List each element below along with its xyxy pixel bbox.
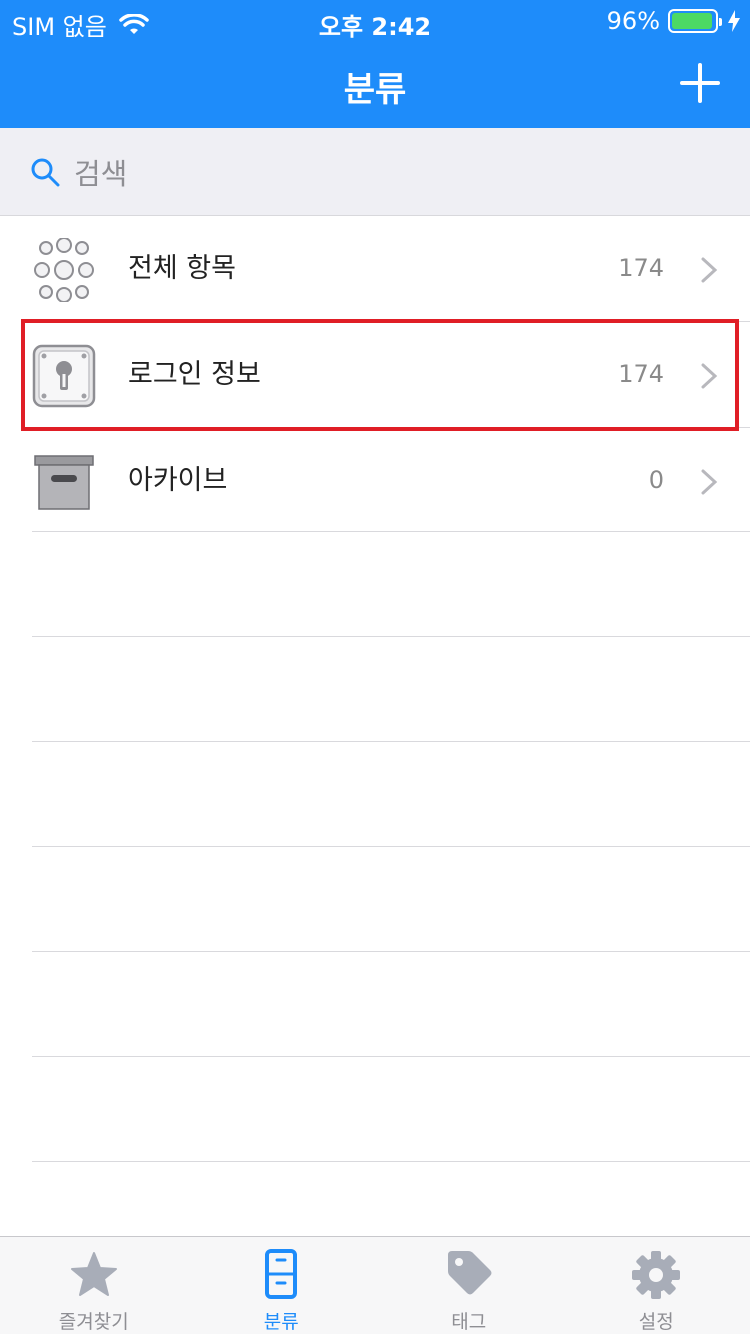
chevron-right-icon [701,363,718,389]
tab-label: 태그 [451,1311,487,1333]
empty-row-divider [32,1056,750,1057]
status-bar: SIM 없음 오후 2:42 96% [0,0,750,41]
empty-row-divider [32,1161,750,1162]
category-count: 174 [618,360,664,388]
archive-box-icon [34,455,94,510]
tab-settings[interactable]: 설정 [563,1237,750,1334]
search-bar: 검색 [0,128,750,216]
category-list: 전체 항목 174 로그인 정보 174 아카이브 0 [0,216,750,533]
search-icon [31,158,60,187]
search-input[interactable]: 검색 [16,142,734,202]
category-count: 174 [618,254,664,282]
tag-icon [447,1251,492,1295]
chevron-right-icon [701,257,718,283]
battery-fill [672,13,713,29]
app-screen: SIM 없음 오후 2:42 96% 분류 검색 전체 항목 174 로그인 정… [0,0,750,1334]
empty-row-divider [32,846,750,847]
tab-tags[interactable]: 태그 [375,1237,563,1334]
tab-categories[interactable]: 분류 [188,1237,376,1334]
star-icon [70,1252,117,1296]
page-title: 분류 [343,70,407,110]
tab-label: 분류 [263,1311,299,1333]
add-button[interactable] [680,63,720,103]
charging-bolt-icon [728,10,740,32]
category-label: 아카이브 [128,465,228,496]
tab-label: 즐겨찾기 [58,1311,129,1333]
cabinet-icon [265,1249,298,1299]
header: SIM 없음 오후 2:42 96% 분류 [0,0,750,128]
battery-area: 96% [607,7,740,35]
empty-row-divider [32,531,750,532]
gear-icon [632,1251,681,1299]
category-label: 전체 항목 [128,253,236,284]
empty-row-divider [32,951,750,952]
empty-row-divider [32,741,750,742]
all-items-icon [34,238,94,302]
tab-favorites[interactable]: 즐겨찾기 [0,1237,188,1334]
category-row-logins[interactable]: 로그인 정보 174 [0,322,750,427]
tab-bar: 즐겨찾기 분류 태그 설정 [0,1236,750,1334]
battery-icon [668,9,722,33]
chevron-right-icon [701,469,718,495]
search-placeholder: 검색 [74,157,128,191]
category-count: 0 [648,466,664,494]
battery-percent: 96% [606,7,660,35]
keyhole-safe-icon [32,344,96,408]
tab-label: 설정 [638,1311,674,1333]
category-row-all-items[interactable]: 전체 항목 174 [0,216,750,321]
category-row-archive[interactable]: 아카이브 0 [0,428,750,533]
category-label: 로그인 정보 [128,359,261,390]
empty-row-divider [32,636,750,637]
